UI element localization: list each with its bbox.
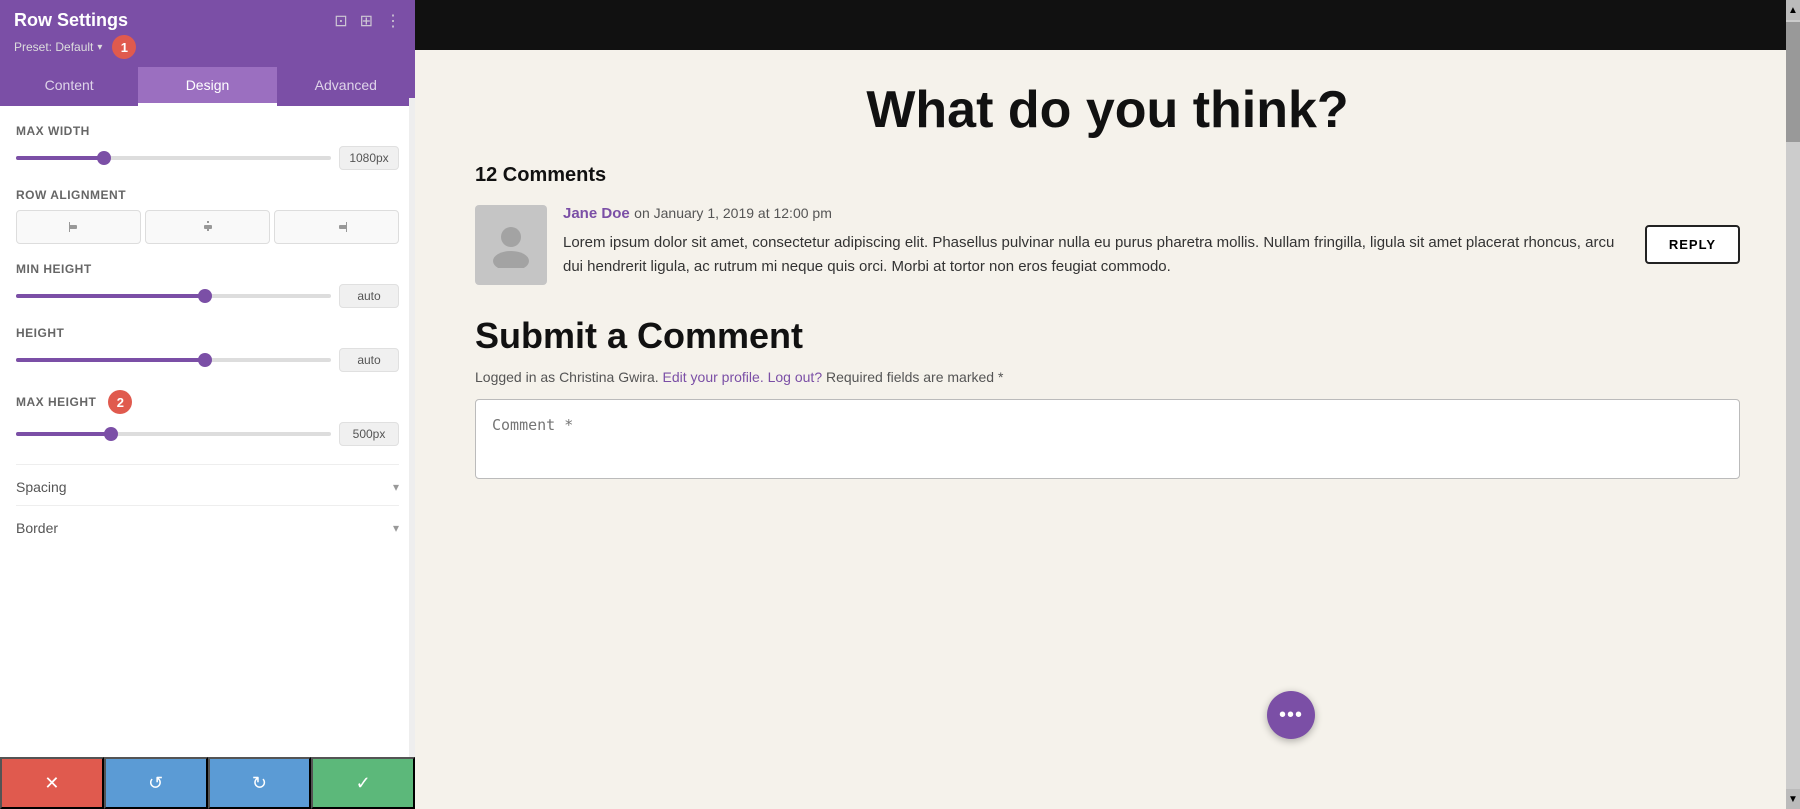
- scroll-up-arrow[interactable]: ▲: [1786, 0, 1800, 20]
- edit-profile-link[interactable]: Edit your profile.: [663, 369, 764, 385]
- required-note: Required fields are marked *: [826, 369, 1003, 385]
- border-section[interactable]: Border ▾: [16, 505, 399, 546]
- columns-icon[interactable]: ⊞: [360, 11, 373, 31]
- max-width-label: Max Width: [16, 124, 399, 138]
- right-content: What do you think? 12 Comments Jane Doe …: [415, 50, 1800, 524]
- spacing-section[interactable]: Spacing ▾: [16, 464, 399, 505]
- tab-design[interactable]: Design: [138, 67, 276, 106]
- comments-count: 12 Comments: [475, 164, 1740, 187]
- comment-body: Jane Doe on January 1, 2019 at 12:00 pm …: [563, 205, 1629, 279]
- save-button[interactable]: ✓: [311, 757, 415, 809]
- tabs-row: Content Design Advanced: [0, 67, 415, 106]
- right-area: What do you think? 12 Comments Jane Doe …: [415, 0, 1800, 809]
- align-right-btn[interactable]: [274, 210, 399, 244]
- panel-title: Row Settings: [14, 10, 128, 31]
- tab-advanced[interactable]: Advanced: [277, 67, 415, 106]
- right-scrollbar: ▲ ▼: [1786, 0, 1800, 809]
- scroll-down-arrow[interactable]: ▼: [1786, 789, 1800, 809]
- comment-date: on January 1, 2019 at 12:00 pm: [634, 205, 832, 221]
- max-width-group: Max Width 1080px: [16, 124, 399, 170]
- align-left-btn[interactable]: [16, 210, 141, 244]
- height-value[interactable]: auto: [339, 348, 399, 372]
- height-group: Height auto: [16, 326, 399, 372]
- max-height-slider-row: 500px: [16, 422, 399, 446]
- logout-link[interactable]: Log out?: [768, 369, 823, 385]
- min-height-label: Min Height: [16, 262, 399, 276]
- panel-footer: ✕ ↺ ↻ ✓: [0, 757, 415, 809]
- min-height-group: Min Height auto: [16, 262, 399, 308]
- max-height-track[interactable]: [16, 432, 331, 436]
- preset-label: Preset: Default: [14, 40, 93, 54]
- border-chevron-icon: ▾: [393, 521, 399, 535]
- scroll-thumb[interactable]: [1786, 22, 1800, 142]
- redo-button[interactable]: ↻: [208, 757, 312, 809]
- max-width-slider-row: 1080px: [16, 146, 399, 170]
- more-icon[interactable]: ⋮: [385, 11, 401, 31]
- commenter-name: Jane Doe: [563, 205, 630, 222]
- panel-content: Max Width 1080px Row Alignment: [0, 106, 415, 757]
- max-width-value[interactable]: 1080px: [339, 146, 399, 170]
- badge-2: 2: [108, 390, 132, 414]
- submit-title: Submit a Comment: [475, 315, 1740, 357]
- comment-meta: Jane Doe on January 1, 2019 at 12:00 pm: [563, 205, 1629, 223]
- cancel-button[interactable]: ✕: [0, 757, 104, 809]
- row-alignment-group: Row Alignment: [16, 188, 399, 244]
- align-buttons: [16, 210, 399, 244]
- reset-button[interactable]: ↺: [104, 757, 208, 809]
- border-label: Border: [16, 520, 58, 536]
- logged-in-prefix: Logged in as Christina Gwira.: [475, 369, 659, 385]
- reply-button[interactable]: REPLY: [1645, 225, 1740, 264]
- header-icons: ⊡ ⊞ ⋮: [334, 11, 401, 31]
- comment-text: Lorem ipsum dolor sit amet, consectetur …: [563, 231, 1629, 279]
- spacing-label: Spacing: [16, 479, 67, 495]
- expand-icon[interactable]: ⊡: [334, 11, 347, 31]
- max-height-value[interactable]: 500px: [339, 422, 399, 446]
- spacing-chevron-icon: ▾: [393, 480, 399, 494]
- max-height-group: Max Height 2 500px: [16, 390, 399, 446]
- fab-button[interactable]: •••: [1267, 691, 1315, 739]
- left-panel: Row Settings ⊡ ⊞ ⋮ Preset: Default ▾ 1 C…: [0, 0, 415, 809]
- align-center-btn[interactable]: [145, 210, 270, 244]
- comment-block: Jane Doe on January 1, 2019 at 12:00 pm …: [475, 205, 1740, 285]
- panel-header: Row Settings ⊡ ⊞ ⋮ Preset: Default ▾ 1: [0, 0, 415, 67]
- logged-in-text: Logged in as Christina Gwira. Edit your …: [475, 369, 1740, 385]
- min-height-slider-row: auto: [16, 284, 399, 308]
- avatar: [475, 205, 547, 285]
- height-label: Height: [16, 326, 399, 340]
- tab-content[interactable]: Content: [0, 67, 138, 106]
- height-track[interactable]: [16, 358, 331, 362]
- max-width-track[interactable]: [16, 156, 331, 160]
- page-title: What do you think?: [475, 80, 1740, 140]
- comment-textarea[interactable]: [475, 399, 1740, 479]
- row-alignment-label: Row Alignment: [16, 188, 399, 202]
- fab-icon: •••: [1279, 704, 1303, 727]
- badge-1: 1: [112, 35, 136, 59]
- top-bar: [415, 0, 1800, 50]
- height-slider-row: auto: [16, 348, 399, 372]
- min-height-value[interactable]: auto: [339, 284, 399, 308]
- min-height-track[interactable]: [16, 294, 331, 298]
- max-height-label: Max Height: [16, 395, 96, 409]
- preset-arrow[interactable]: ▾: [97, 42, 102, 53]
